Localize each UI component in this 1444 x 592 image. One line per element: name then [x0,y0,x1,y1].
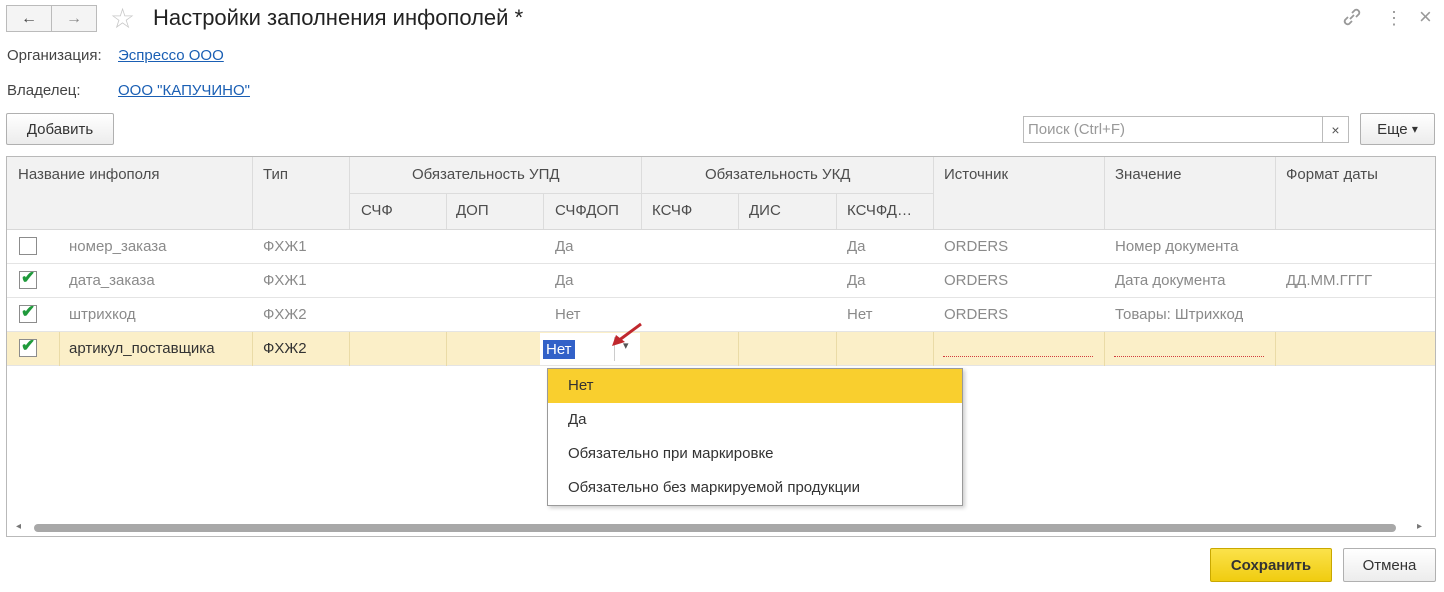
cell-name: номер_заказа [69,238,167,255]
check-icon: ✔ [21,336,36,355]
required-value-underline [1114,356,1264,357]
cancel-button[interactable]: Отмена [1343,548,1436,582]
col-divider [641,157,642,229]
cell-schfdop: Да [555,272,574,289]
star-icon[interactable]: ☆ [110,2,135,35]
dropdown-option[interactable]: Обязательно при маркировке [548,437,962,471]
col-divider [836,193,837,229]
more-label: Еще [1377,120,1408,138]
col-type-header[interactable]: Тип [263,166,288,183]
table-row-selected[interactable]: ✔ артикул_поставщика ФХЖ2 [7,332,1435,366]
col-divider [1275,157,1276,229]
search-input[interactable] [1023,116,1323,143]
add-button[interactable]: Добавить [6,113,114,145]
clear-icon: × [1331,121,1340,138]
col-divider [738,332,739,366]
cell-name: штрихкод [69,306,136,323]
cell-source: ORDERS [944,272,1009,289]
cell-date-format: ДД.ММ.ГГГГ [1286,272,1373,289]
cell-name: дата_заказа [69,272,155,289]
col-divider [738,193,739,229]
row-checkbox[interactable] [19,237,37,255]
col-dop-header[interactable]: ДОП [456,202,489,219]
table-row[interactable]: ✔ дата_заказа ФХЖ1 Да Да ORDERS Дата док… [7,264,1435,298]
scroll-left-icon[interactable]: ◂ [16,521,21,532]
col-divider [933,157,934,229]
cell-kschfdis: Да [847,272,866,289]
table-header: Название инфополя Тип Обязательность УПД… [7,157,1435,230]
save-button[interactable]: Сохранить [1210,548,1332,582]
editor-value[interactable]: Нет [543,340,575,359]
col-divider [446,332,447,366]
col-divider [1104,332,1105,366]
cell-type: ФХЖ1 [263,272,307,289]
col-schf-header[interactable]: СЧФ [361,202,393,219]
organization-link[interactable]: Эспрессо ООО [118,47,224,64]
col-date-format-header[interactable]: Формат даты [1286,166,1378,183]
col-divider [349,332,350,366]
col-source-header[interactable]: Источник [944,166,1008,183]
col-divider [252,157,253,229]
forward-button[interactable]: → [51,5,97,32]
owner-label: Владелец: [7,82,81,99]
dropdown-option[interactable]: Обязательно без маркируемой продукции [548,471,962,505]
dropdown-list: Нет Да Обязательно при маркировке Обязат… [547,368,963,506]
check-icon: ✔ [21,268,36,287]
dropdown-option[interactable]: Нет [548,369,962,403]
col-value-header[interactable]: Значение [1115,166,1182,183]
cell-type: ФХЖ2 [263,306,307,323]
cell-name: артикул_поставщика [69,340,215,357]
row-checkbox[interactable]: ✔ [19,268,37,289]
col-divider [836,332,837,366]
arrow-right-icon: → [66,9,82,27]
col-ukd-group-header: Обязательность УКД [705,166,851,183]
cell-schfdop: Нет [555,306,581,323]
table-row[interactable]: номер_заказа ФХЖ1 Да Да ORDERS Номер док… [7,230,1435,264]
col-upd-group-header: Обязательность УПД [412,166,560,183]
horizontal-scrollbar[interactable] [34,524,1396,532]
col-divider [446,193,447,229]
cell-source: ORDERS [944,238,1009,255]
chevron-down-icon: ▾ [1411,122,1418,136]
row-checkbox[interactable]: ✔ [19,336,37,357]
page-title: Настройки заполнения инфополей * [153,5,524,30]
col-divider [349,157,350,229]
col-divider [59,332,60,366]
col-kschf-header[interactable]: КСЧФ [652,202,692,219]
row-checkbox[interactable]: ✔ [19,302,37,323]
cell-type: ФХЖ1 [263,238,307,255]
back-button[interactable]: ← [6,5,52,32]
col-divider [933,332,934,366]
cell-schfdop: Да [555,238,574,255]
cell-value: Дата документа [1115,272,1226,289]
dropdown-option[interactable]: Да [548,403,962,437]
cell-source: ORDERS [944,306,1009,323]
col-divider [1104,157,1105,229]
arrow-left-icon: ← [21,9,37,27]
cell-kschfdis: Нет [847,306,873,323]
clear-search-button[interactable]: × [1322,116,1349,143]
col-schfdop-header[interactable]: СЧФДОП [555,202,619,219]
owner-link[interactable]: ООО "КАПУЧИНО" [118,82,250,99]
close-icon[interactable]: × [1419,4,1432,30]
col-divider [543,193,544,229]
cell-value: Товары: Штрихкод [1115,306,1244,323]
link-icon[interactable] [1341,6,1363,33]
more-vert-icon[interactable]: ⋮ [1385,8,1403,29]
cell-kschfdis: Да [847,238,866,255]
cell-type: ФХЖ2 [263,340,307,357]
table-row[interactable]: ✔ штрихкод ФХЖ2 Нет Нет ORDERS Товары: Ш… [7,298,1435,332]
more-button[interactable]: Еще ▾ [1360,113,1435,145]
check-icon: ✔ [21,302,36,321]
col-name-header[interactable]: Название инфополя [18,166,160,183]
cell-value: Номер документа [1115,238,1239,255]
col-dis-header[interactable]: ДИС [749,202,781,219]
col-kschfdis-header[interactable]: КСЧФД… [847,202,912,219]
organization-label: Организация: [7,47,102,64]
annotation-arrow-icon [612,322,642,346]
col-divider [252,332,253,366]
col-divider [1275,332,1276,366]
scroll-right-icon[interactable]: ▸ [1417,521,1422,532]
required-source-underline [943,356,1093,357]
